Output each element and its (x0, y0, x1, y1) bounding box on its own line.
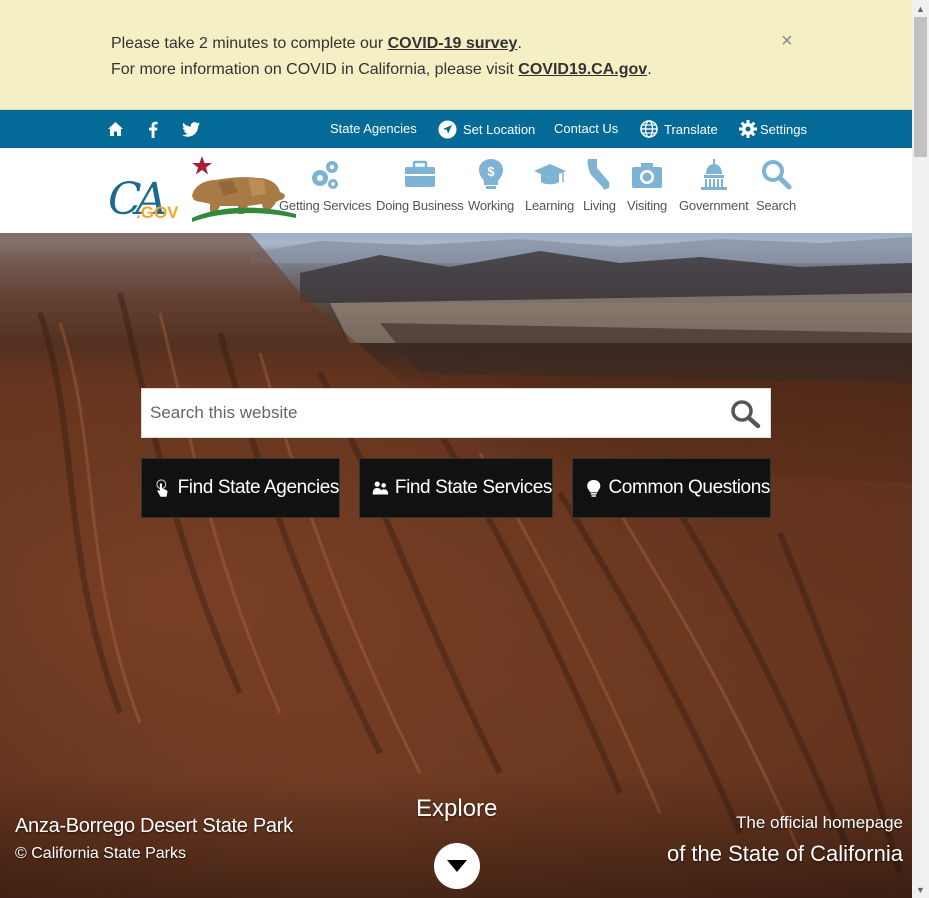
gear-icon (739, 120, 757, 138)
settings-link[interactable]: Settings (739, 120, 807, 138)
nav-working-label: Working (468, 198, 515, 213)
covid19-site-link[interactable]: COVID19.CA.gov (518, 61, 647, 78)
state-agencies-label: State Agencies (330, 121, 417, 136)
camera-icon (632, 163, 663, 188)
nav-doing-business[interactable]: Doing Business (376, 158, 464, 213)
alert-text-1: Please take 2 minutes to complete our (111, 35, 388, 52)
common-questions-label: Common Questions (608, 477, 770, 498)
touch-icon (156, 479, 168, 497)
utility-header: State Agencies Set Location Contact Us T… (0, 110, 912, 148)
nav-working[interactable]: $ Working (468, 158, 514, 213)
nav-search-label: Search (756, 198, 796, 213)
people-icon (372, 481, 389, 495)
site-search (141, 388, 771, 438)
set-location-link[interactable]: Set Location (438, 120, 535, 139)
nav-doing-business-label: Doing Business (376, 198, 464, 213)
alert-text-2: For more information on COVID in Califor… (111, 61, 519, 78)
search-input[interactable] (142, 389, 722, 437)
gears-icon (312, 161, 339, 189)
nav-living[interactable]: Living (583, 158, 616, 213)
lightbulb-icon (587, 479, 601, 497)
capitol-icon (700, 159, 727, 190)
find-state-services-button[interactable]: Find State Services (359, 458, 553, 518)
nav-living-label: Living (583, 198, 616, 213)
find-state-agencies-button[interactable]: Find State Agencies (141, 458, 340, 518)
set-location-label: Set Location (463, 122, 536, 137)
settings-label: Settings (760, 121, 807, 137)
search-submit-button[interactable] (730, 399, 762, 429)
contact-us-link[interactable]: Contact Us (554, 121, 618, 136)
scroll-down-arrow[interactable]: ▼ (912, 881, 929, 898)
translate-link[interactable]: Translate (640, 120, 718, 138)
svg-text:$: $ (487, 164, 495, 179)
california-icon (587, 159, 610, 190)
photo-caption-credit: © California State Parks (15, 845, 186, 862)
nav-search[interactable]: Search (756, 158, 796, 213)
photo-caption-title: Anza-Borrego Desert State Park (15, 815, 293, 837)
location-icon (438, 120, 457, 139)
explore-button[interactable] (434, 843, 480, 889)
covid-alert-banner: Please take 2 minutes to complete our CO… (0, 0, 912, 110)
search-icon (762, 160, 792, 190)
nav-getting-services-label: Getting Services (279, 198, 372, 213)
find-state-services-label: Find State Services (394, 477, 553, 498)
nav-learning[interactable]: Learning (525, 158, 574, 213)
scroll-up-arrow[interactable]: ▲ (912, 0, 929, 17)
magnifier-icon (731, 400, 761, 429)
common-questions-button[interactable]: Common Questions (572, 458, 771, 518)
alert-message: Please take 2 minutes to complete our CO… (111, 31, 652, 83)
state-agencies-link[interactable]: State Agencies (330, 121, 417, 136)
translate-label: Translate (664, 121, 718, 137)
official-homepage-line1: The official homepage (736, 813, 903, 832)
official-homepage-line2: of the State of California (666, 841, 903, 866)
nav-visiting-label: Visiting (627, 198, 668, 213)
main-navigation: CA .GOV Getting Services Doing Business … (0, 148, 912, 233)
alert-text-1-end: . (517, 35, 522, 52)
nav-government-label: Government (679, 198, 749, 213)
close-alert-button[interactable]: × (781, 30, 799, 52)
nav-getting-services[interactable]: Getting Services (279, 158, 371, 213)
find-state-agencies-label: Find State Agencies (177, 477, 340, 498)
svg-text:.GOV: .GOV (136, 203, 179, 222)
home-icon[interactable] (105, 119, 125, 139)
globe-icon (640, 120, 658, 138)
explore-heading: Explore (416, 795, 498, 822)
nav-visiting[interactable]: Visiting (627, 158, 667, 213)
chevron-down-icon (447, 860, 467, 872)
ca-gov-logo[interactable]: CA .GOV (108, 156, 298, 225)
covid-survey-link[interactable]: COVID-19 survey (388, 35, 518, 52)
alert-text-2-end: . (647, 61, 652, 78)
hero-banner: Find State Agencies Find State Services … (0, 233, 912, 898)
twitter-icon[interactable] (181, 119, 201, 139)
page-scrollbar[interactable]: ▲ ▼ (912, 0, 929, 898)
graduation-cap-icon (533, 164, 566, 185)
nav-learning-label: Learning (525, 198, 574, 213)
lightbulb-dollar-icon: $ (479, 159, 504, 189)
briefcase-icon (404, 160, 435, 187)
facebook-icon[interactable] (143, 119, 163, 139)
contact-us-label: Contact Us (554, 121, 619, 136)
nav-government[interactable]: Government (679, 158, 749, 213)
scroll-thumb[interactable] (914, 17, 927, 157)
